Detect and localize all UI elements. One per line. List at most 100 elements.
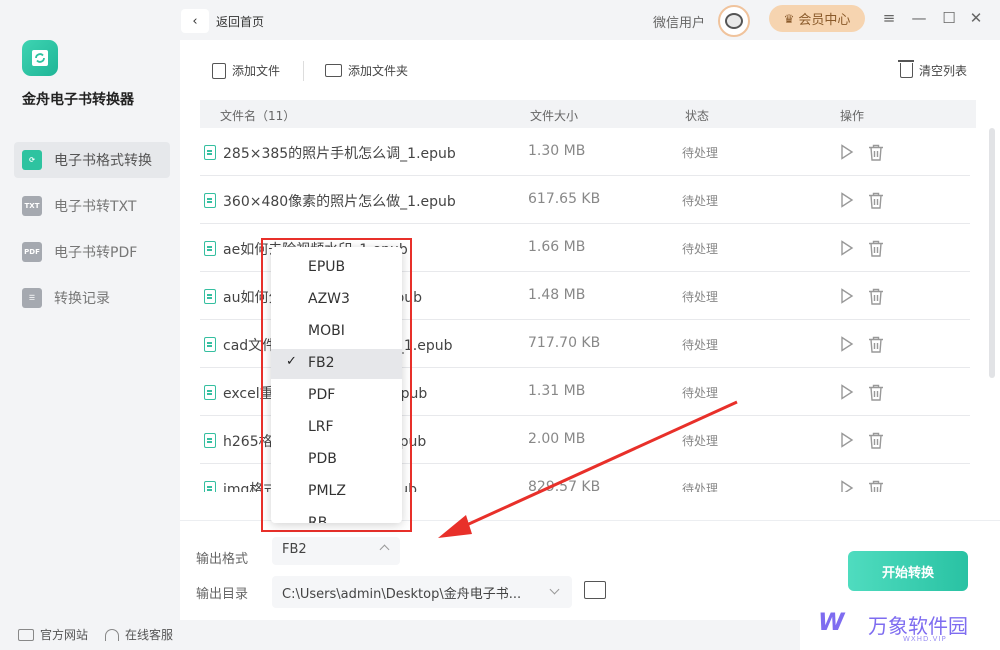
watermark-sub: WXHD.VIP — [903, 635, 947, 643]
file-status: 待处理 — [682, 434, 719, 448]
chevron-left-icon: ‹ — [192, 13, 198, 29]
format-option-label: PMLZ — [308, 483, 346, 499]
clear-list-button[interactable]: 清空列表 — [898, 60, 967, 79]
sidebar-item-history[interactable]: ☰ 转换记录 — [14, 280, 170, 316]
website-label: 官方网站 — [40, 628, 89, 642]
back-button[interactable]: ‹ — [181, 9, 209, 33]
file-icon — [204, 385, 216, 400]
file-name: 360×480像素的照片怎么做_1.epub — [223, 194, 456, 210]
add-folder-button[interactable]: 添加文件夹 — [325, 62, 408, 79]
col-status: 状态 — [685, 109, 710, 123]
file-size: 1.48 MB — [528, 287, 586, 303]
sidebar-item-label: 电子书转TXT — [54, 199, 137, 215]
output-format-label: 输出格式 — [196, 552, 249, 567]
sidebar-item-format-convert[interactable]: ⟳ 电子书格式转换 — [14, 142, 170, 178]
table-row[interactable]: 285×385的照片手机怎么调_1.epub 1.30 MB 待处理 — [200, 128, 970, 176]
format-option-label: LRF — [308, 419, 334, 435]
file-size: 829.57 KB — [528, 479, 601, 492]
txt-icon: TXT — [22, 196, 42, 216]
support-link[interactable]: 在线客服 — [105, 626, 173, 643]
sidebar-item-to-txt[interactable]: TXT 电子书转TXT — [14, 188, 170, 224]
file-size: 1.30 MB — [528, 143, 586, 159]
file-size: 1.66 MB — [528, 239, 586, 255]
file-status: 待处理 — [682, 386, 719, 400]
sidebar-item-to-pdf[interactable]: PDF 电子书转PDF — [14, 234, 170, 270]
format-option-mobi[interactable]: MOBI — [271, 317, 402, 347]
play-icon[interactable] — [840, 384, 854, 404]
delete-icon[interactable] — [868, 480, 884, 492]
play-icon[interactable] — [840, 192, 854, 212]
folder-icon[interactable] — [584, 581, 606, 599]
delete-icon[interactable] — [868, 144, 884, 161]
file-size: 717.70 KB — [528, 335, 601, 351]
play-icon[interactable] — [840, 240, 854, 260]
file-size: 617.65 KB — [528, 191, 601, 207]
delete-icon[interactable] — [868, 432, 884, 449]
menu-icon[interactable]: ≡ — [879, 8, 899, 28]
file-icon — [204, 241, 216, 256]
headset-icon — [105, 628, 119, 641]
close-icon[interactable]: ✕ — [966, 8, 986, 28]
add-file-icon — [212, 62, 226, 79]
play-icon[interactable] — [840, 432, 854, 452]
format-option-label: PDB — [308, 451, 337, 467]
format-option-label: EPUB — [308, 259, 346, 275]
file-size: 1.31 MB — [528, 383, 586, 399]
format-dropdown[interactable]: EPUB AZW3 MOBI ✓ FB2 PDF LRF PDB PMLZ RB — [271, 247, 402, 523]
start-convert-button[interactable]: 开始转换 — [848, 551, 968, 591]
format-option-pdf[interactable]: PDF — [271, 381, 402, 411]
play-icon[interactable] — [840, 480, 854, 492]
scrollbar[interactable] — [989, 128, 995, 378]
file-status: 待处理 — [682, 146, 719, 160]
col-name: 文件名（11） — [220, 109, 296, 123]
format-option-pdb[interactable]: PDB — [271, 445, 402, 475]
support-label: 在线客服 — [125, 628, 174, 642]
chevron-up-icon — [379, 544, 390, 555]
output-format-select[interactable]: FB2 — [272, 537, 400, 565]
minimize-icon[interactable]: — — [909, 8, 929, 28]
file-icon — [204, 433, 216, 448]
watermark-logo-icon: W — [818, 608, 845, 636]
add-file-button[interactable]: 添加文件 — [212, 62, 280, 79]
website-link[interactable]: 官方网站 — [18, 626, 88, 643]
format-option-rb[interactable]: RB — [271, 509, 402, 523]
delete-icon[interactable] — [868, 336, 884, 353]
file-status: 待处理 — [682, 290, 719, 304]
file-status: 待处理 — [682, 194, 719, 208]
file-status: 待处理 — [682, 338, 719, 352]
delete-icon[interactable] — [868, 240, 884, 257]
vip-center-button[interactable]: ♛ 会员中心 — [769, 5, 865, 32]
play-icon[interactable] — [840, 336, 854, 356]
file-icon — [204, 289, 216, 304]
app-window: 金舟电子书转换器 ⟳ 电子书格式转换 TXT 电子书转TXT PDF 电子书转P… — [0, 0, 1000, 650]
format-option-epub[interactable]: EPUB — [271, 253, 402, 283]
format-option-pmlz[interactable]: PMLZ — [271, 477, 402, 507]
panda-icon — [725, 13, 743, 29]
format-option-label: AZW3 — [308, 291, 350, 307]
file-icon — [204, 145, 216, 160]
avatar[interactable] — [718, 5, 750, 37]
output-dir-select[interactable]: C:\Users\admin\Desktop\金舟电子书... — [272, 576, 572, 608]
list-icon: ☰ — [22, 288, 42, 308]
play-icon[interactable] — [840, 288, 854, 308]
monitor-icon — [18, 628, 34, 641]
format-option-fb2[interactable]: ✓ FB2 — [271, 349, 402, 379]
refresh-icon: ⟳ — [22, 150, 42, 170]
format-option-azw3[interactable]: AZW3 — [271, 285, 402, 315]
check-icon: ✓ — [286, 354, 297, 369]
delete-icon[interactable] — [868, 384, 884, 401]
delete-icon[interactable] — [868, 288, 884, 305]
file-status: 待处理 — [682, 482, 719, 492]
format-option-lrf[interactable]: LRF — [271, 413, 402, 443]
add-folder-label: 添加文件夹 — [348, 64, 409, 78]
play-icon[interactable] — [840, 144, 854, 164]
output-format-value: FB2 — [282, 542, 307, 557]
maximize-icon[interactable]: ☐ — [939, 8, 959, 28]
file-size: 2.00 MB — [528, 431, 586, 447]
trash-icon — [898, 60, 914, 78]
vip-label: 会员中心 — [798, 13, 851, 28]
table-row[interactable]: 360×480像素的照片怎么做_1.epub 617.65 KB 待处理 — [200, 176, 970, 224]
delete-icon[interactable] — [868, 192, 884, 209]
back-home-label[interactable]: 返回首页 — [216, 13, 264, 30]
file-icon — [204, 481, 216, 492]
